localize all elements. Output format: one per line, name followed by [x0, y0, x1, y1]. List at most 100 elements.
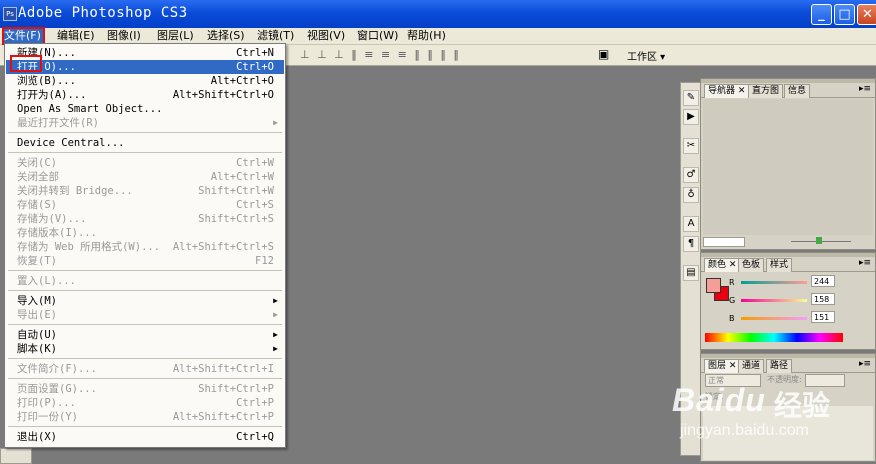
- actions-icon[interactable]: ▶: [683, 109, 699, 125]
- workspace-dropdown[interactable]: 工作区 ▾: [627, 48, 665, 63]
- menu-item-label: 存储为(V)...: [17, 213, 87, 225]
- file-menu-dropdown: 新建(N)... Ctrl+N 打开(O)... Ctrl+O 浏览(B)... Alt+…: [4, 43, 286, 448]
- menu-item-label: 关闭全部: [17, 171, 59, 183]
- menu-item-label: 恢复(T): [17, 255, 57, 267]
- navigator-preview: [703, 99, 873, 235]
- tab-styles[interactable]: 样式: [766, 258, 793, 272]
- submenu-arrow-icon: ▶: [273, 310, 278, 319]
- menu-select[interactable]: 选择(S): [207, 28, 245, 44]
- file-menu-item: 存储为 Web 所用格式(W)... Alt+Shift+Ctrl+S: [6, 240, 284, 254]
- file-menu-item: 关闭(C) Ctrl+W: [6, 156, 284, 170]
- tab-color[interactable]: 颜色 ✕: [704, 258, 741, 272]
- zoom-slider-thumb[interactable]: [816, 237, 822, 244]
- file-menu-item[interactable]: Device Central...: [6, 136, 284, 150]
- file-menu-item: 存储版本(I)...: [6, 226, 284, 240]
- menu-item-label: 导入(M): [17, 295, 57, 307]
- submenu-arrow-icon: ▶: [273, 118, 278, 127]
- menu-separator: [8, 132, 282, 133]
- tab-swatches[interactable]: 色板: [738, 258, 765, 272]
- tab-navigator[interactable]: 导航器 ✕: [704, 84, 750, 98]
- history-icon[interactable]: ✎: [683, 90, 699, 106]
- file-menu-item: 关闭全部 Alt+Ctrl+W: [6, 170, 284, 184]
- color-ramp[interactable]: [705, 333, 843, 342]
- color-panel: 颜色 ✕ 色板 样式 ▸≡ R 244 G 158 B 151: [700, 252, 876, 350]
- brushes-icon[interactable]: ♂: [683, 167, 699, 183]
- camera-icon[interactable]: ▣: [598, 47, 609, 61]
- channel-g-slider[interactable]: [741, 299, 807, 302]
- channel-b-slider[interactable]: [741, 317, 807, 320]
- panel-menu-icon[interactable]: ▸≡: [859, 359, 871, 369]
- file-menu-item[interactable]: 自动(U) ▶: [6, 328, 284, 342]
- menu-item-label: 导出(E): [17, 309, 57, 321]
- file-menu-item[interactable]: 新建(N)... Ctrl+N: [6, 46, 284, 60]
- align-icons[interactable]: ⊥ ⊥ ⊥ ‖ ≡ ≡ ≡ ‖ ‖ ‖ ‖: [300, 48, 461, 61]
- menu-item-label: 文件简介(F)...: [17, 363, 97, 375]
- file-menu-item[interactable]: 导入(M) ▶: [6, 294, 284, 308]
- file-menu-item[interactable]: 打开(O)... Ctrl+O: [6, 60, 284, 74]
- menu-item-label: Device Central...: [17, 137, 125, 149]
- file-menu-item: 关闭并转到 Bridge... Shift+Ctrl+W: [6, 184, 284, 198]
- navigator-panel: 导航器 ✕ 直方图 信息 ▸≡: [700, 78, 876, 250]
- paragraph-icon[interactable]: ¶: [683, 236, 699, 252]
- file-menu-item[interactable]: 脚本(K) ▶: [6, 342, 284, 356]
- menu-layer[interactable]: 图层(L): [157, 28, 194, 44]
- menu-help[interactable]: 帮助(H): [407, 28, 446, 44]
- menu-item-label: 脚本(K): [17, 343, 57, 355]
- menu-separator: [8, 324, 282, 325]
- menu-item-shortcut: Shift+Ctrl+S: [198, 213, 274, 225]
- title-bar: Ps Adobe Photoshop CS3 _ □ ✕: [0, 0, 876, 28]
- file-menu-item: 最近打开文件(R) ▶: [6, 116, 284, 130]
- menu-item-shortcut: Alt+Shift+Ctrl+P: [172, 411, 274, 423]
- menu-item-label: 关闭(C): [17, 157, 57, 169]
- photoshop-app-icon[interactable]: Ps: [3, 7, 17, 21]
- menu-item-label: 置入(L)...: [17, 275, 76, 287]
- maximize-button[interactable]: □: [834, 4, 855, 25]
- menu-filter[interactable]: 滤镜(T): [257, 28, 294, 44]
- menu-item-label: 浏览(B)...: [17, 75, 76, 87]
- file-menu-item: 页面设置(G)... Shift+Ctrl+P: [6, 382, 284, 396]
- tool-presets-icon[interactable]: ✂: [683, 138, 699, 154]
- minimize-button[interactable]: _: [811, 4, 832, 25]
- watermark-url: jingyan.baidu.com: [680, 422, 809, 439]
- zoom-input[interactable]: [703, 237, 745, 247]
- menu-image[interactable]: 图像(I): [107, 28, 141, 44]
- channel-r-slider[interactable]: [741, 281, 807, 284]
- file-menu-item[interactable]: 浏览(B)... Alt+Ctrl+O: [6, 74, 284, 88]
- file-menu-item[interactable]: 退出(X) Ctrl+Q: [6, 430, 284, 444]
- menu-item-shortcut: Ctrl+S: [236, 199, 274, 211]
- menu-separator: [8, 426, 282, 427]
- foreground-color-swatch[interactable]: [706, 278, 721, 293]
- menu-edit[interactable]: 编辑(E): [57, 28, 95, 44]
- character-icon[interactable]: A: [683, 216, 699, 232]
- menu-item-shortcut: Ctrl+O: [236, 61, 274, 73]
- channel-b-label: B: [729, 314, 735, 323]
- menu-separator: [8, 152, 282, 153]
- tab-paths[interactable]: 路径: [766, 359, 793, 373]
- file-menu-item: 打印一份(Y) Alt+Shift+Ctrl+P: [6, 410, 284, 424]
- close-button[interactable]: ✕: [857, 4, 876, 25]
- menu-item-label: 打印(P)...: [17, 397, 76, 409]
- clone-source-icon[interactable]: ♁: [683, 187, 699, 203]
- menu-item-shortcut: Alt+Shift+Ctrl+S: [172, 241, 274, 253]
- menu-window[interactable]: 窗口(W): [357, 28, 398, 44]
- menu-item-shortcut: Alt+Shift+Ctrl+O: [172, 89, 274, 101]
- channel-g-label: G: [729, 296, 736, 305]
- file-menu-item[interactable]: 打开为(A)... Alt+Shift+Ctrl+O: [6, 88, 284, 102]
- menu-item-shortcut: Ctrl+N: [236, 47, 274, 59]
- channel-g-input[interactable]: 158: [811, 293, 835, 305]
- menu-item-label: 关闭并转到 Bridge...: [17, 185, 133, 197]
- watermark-brand: Baidu: [672, 382, 766, 418]
- tab-layers[interactable]: 图层 ✕: [704, 359, 741, 373]
- menu-item-shortcut: Ctrl+Q: [236, 431, 274, 443]
- file-menu-item[interactable]: Open As Smart Object...: [6, 102, 284, 116]
- panel-menu-icon[interactable]: ▸≡: [859, 258, 871, 268]
- tab-info[interactable]: 信息: [784, 84, 811, 98]
- panel-menu-icon[interactable]: ▸≡: [859, 84, 871, 94]
- tab-histogram[interactable]: 直方图: [748, 84, 784, 98]
- channel-b-input[interactable]: 151: [811, 311, 835, 323]
- layer-comps-icon[interactable]: ▤: [683, 265, 699, 281]
- tab-channels[interactable]: 通道: [738, 359, 765, 373]
- channel-r-input[interactable]: 244: [811, 275, 835, 287]
- menu-view[interactable]: 视图(V): [307, 28, 345, 44]
- menu-item-shortcut: F12: [255, 255, 274, 267]
